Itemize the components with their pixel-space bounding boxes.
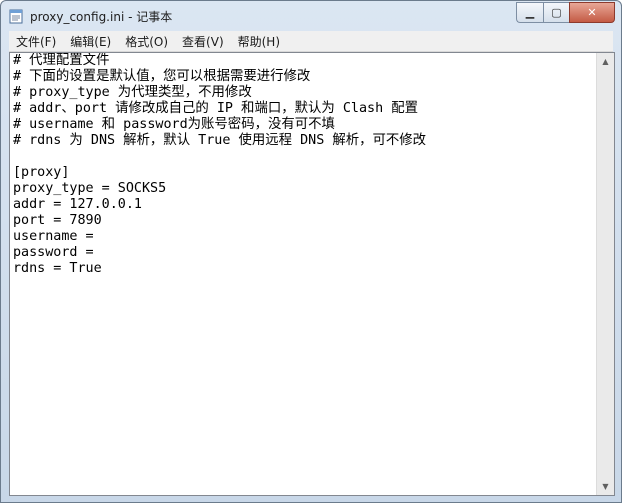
title-bar[interactable]: proxy_config.ini - 记事本 ▁ ▢ ✕ <box>1 1 621 31</box>
text-line: username = <box>13 229 94 244</box>
text-line: rdns = True <box>13 261 102 276</box>
text-line: proxy_type = SOCKS5 <box>13 181 167 196</box>
text-line: # rdns 为 DNS 解析，默认 True 使用远程 DNS 解析，可不修改 <box>13 133 427 148</box>
close-icon: ✕ <box>587 6 597 19</box>
maximize-button[interactable]: ▢ <box>543 2 569 23</box>
text-line: # 代理配置文件 <box>13 53 110 68</box>
menu-bar: 文件(F) 编辑(E) 格式(O) 查看(V) 帮助(H) <box>9 31 613 52</box>
maximize-icon: ▢ <box>551 6 562 19</box>
text-line: addr = 127.0.0.1 <box>13 197 142 212</box>
text-line: port = 7890 <box>13 213 102 228</box>
scroll-up-arrow-icon[interactable]: ▲ <box>597 53 614 70</box>
text-line: password = <box>13 245 94 260</box>
menu-file[interactable]: 文件(F) <box>9 33 63 50</box>
window-title: proxy_config.ini - 记事本 <box>30 10 173 24</box>
minimize-button[interactable]: ▁ <box>516 2 543 23</box>
menu-view[interactable]: 查看(V) <box>175 33 231 50</box>
text-line: # addr、port 请修改成自己的 IP 和端口，默认为 Clash 配置 <box>13 101 418 116</box>
text-line: [proxy] <box>13 165 70 180</box>
notepad-window: proxy_config.ini - 记事本 ▁ ▢ ✕ 文件(F) 编辑(E)… <box>0 0 622 503</box>
menu-help[interactable]: 帮助(H) <box>231 33 287 50</box>
text-line <box>10 149 597 165</box>
close-button[interactable]: ✕ <box>569 2 615 23</box>
minimize-icon: ▁ <box>525 6 535 19</box>
menu-edit[interactable]: 编辑(E) <box>63 33 118 50</box>
menu-format[interactable]: 格式(O) <box>118 33 175 50</box>
vertical-scrollbar[interactable]: ▲ ▼ <box>596 53 614 495</box>
scroll-down-arrow-icon[interactable]: ▼ <box>597 478 614 495</box>
text-editor[interactable]: # 代理配置文件 # 下面的设置是默认值，您可以根据需要进行修改 # proxy… <box>10 53 597 495</box>
text-line: # proxy_type 为代理类型，不用修改 <box>13 85 252 100</box>
text-line: # username 和 password为账号密码，没有可不填 <box>13 117 335 132</box>
notepad-icon <box>9 9 23 24</box>
editor-frame: # 代理配置文件 # 下面的设置是默认值，您可以根据需要进行修改 # proxy… <box>9 52 615 496</box>
caption-buttons: ▁ ▢ ✕ <box>516 2 615 23</box>
text-line: # 下面的设置是默认值，您可以根据需要进行修改 <box>13 69 311 84</box>
